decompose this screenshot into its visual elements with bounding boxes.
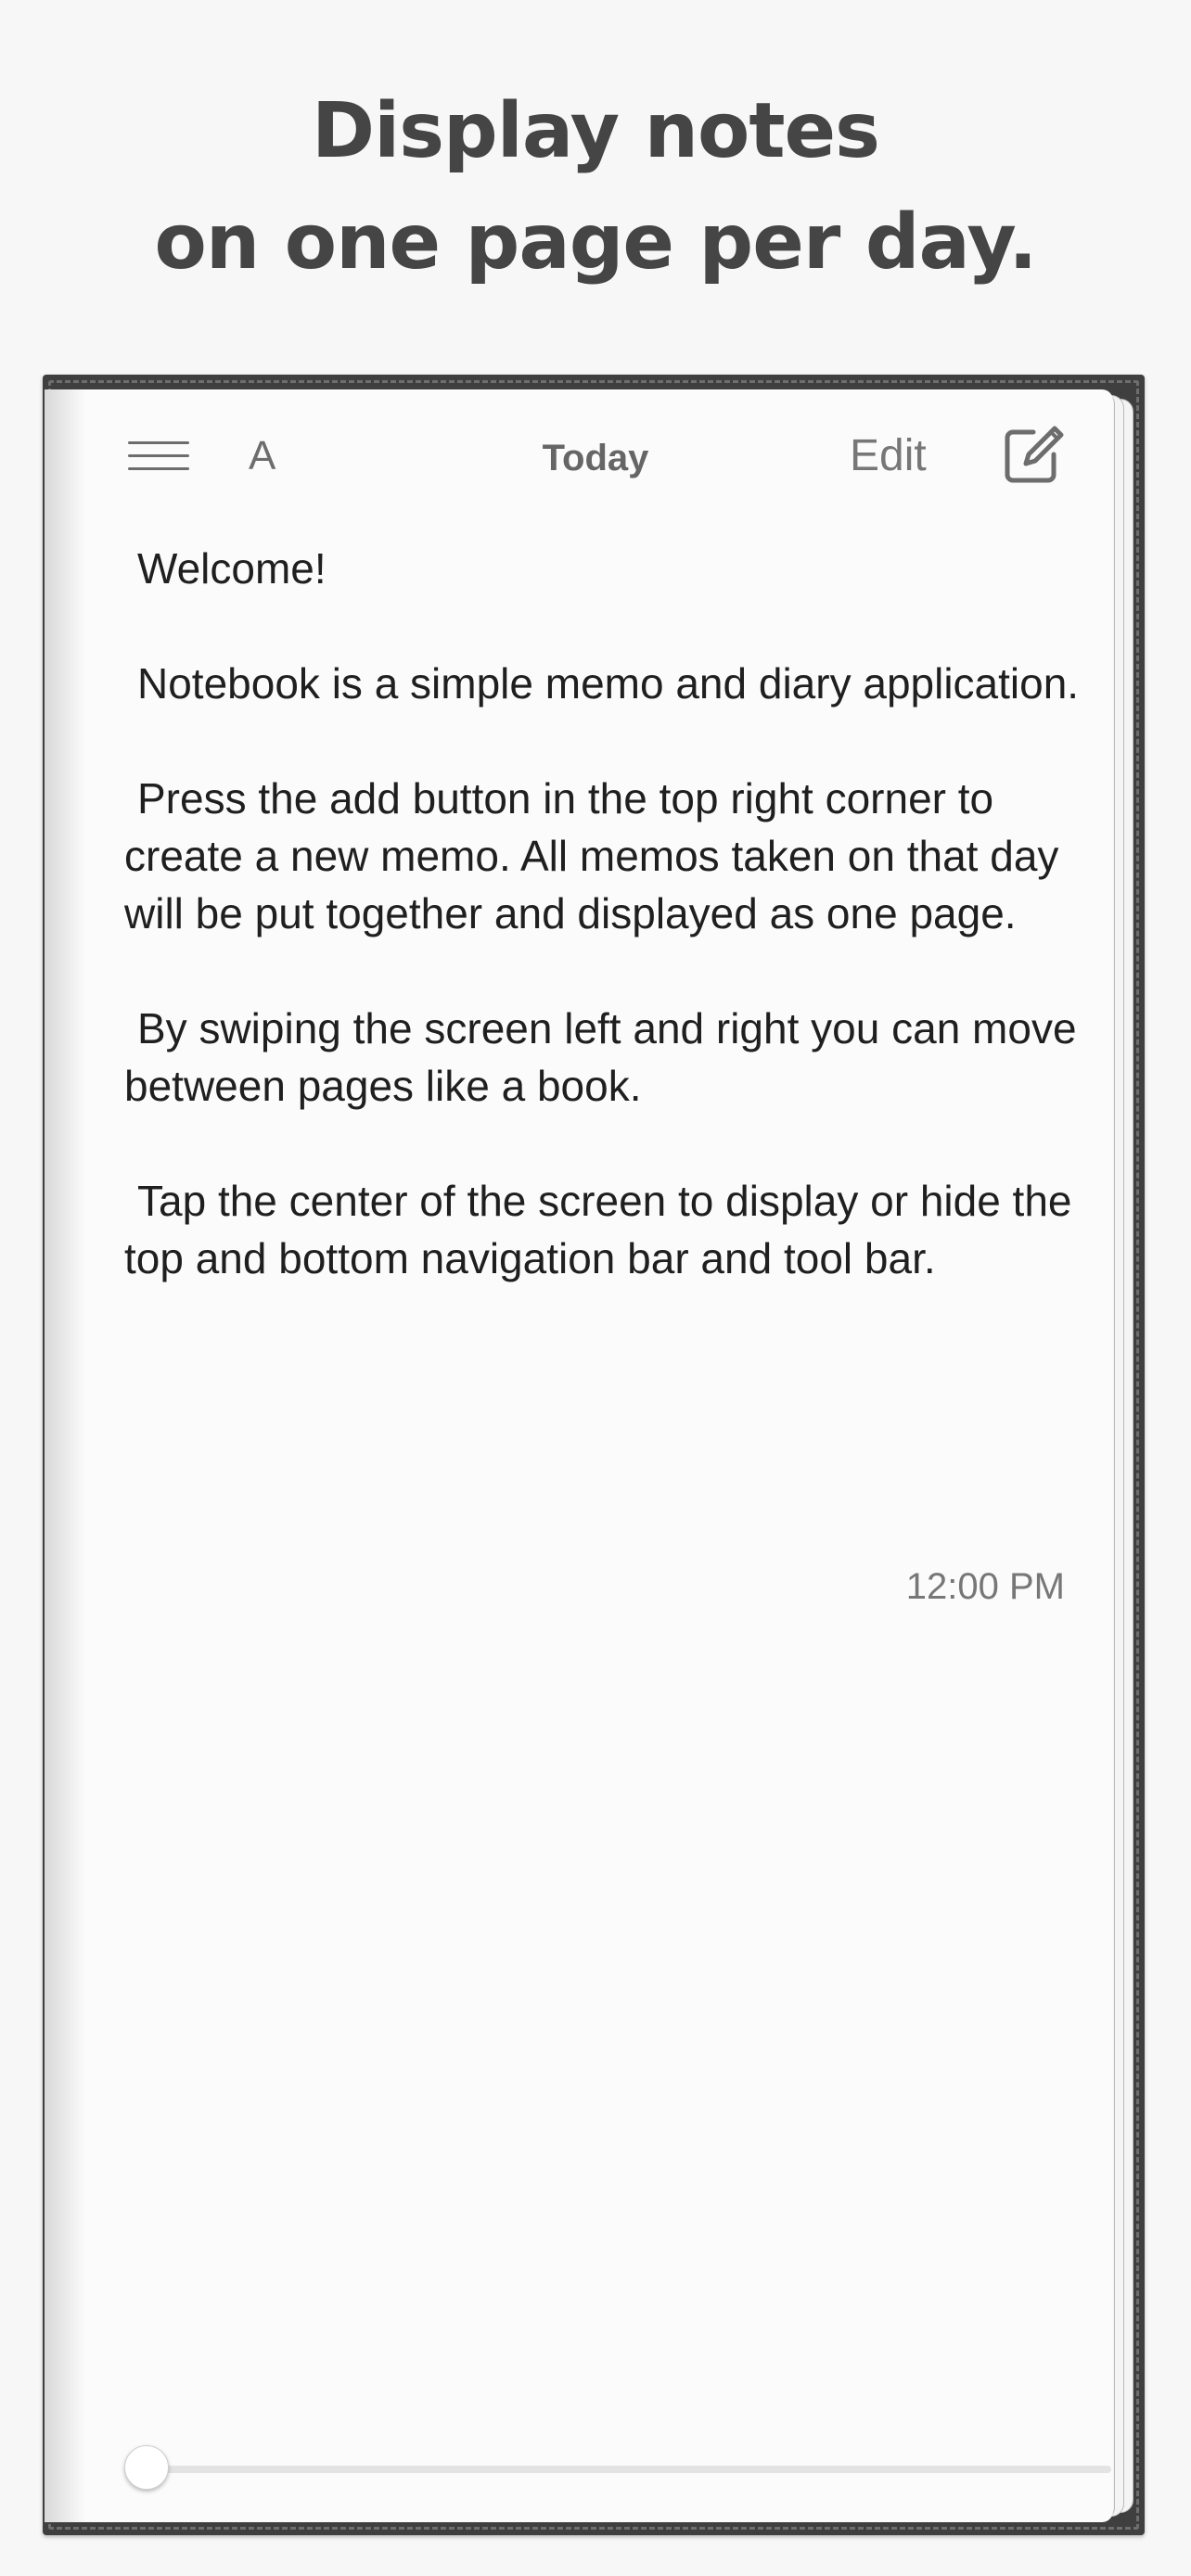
slider-thumb[interactable] <box>124 2445 169 2490</box>
slider-track[interactable] <box>124 2466 1111 2473</box>
memo-paragraph: Press the add button in the top right co… <box>124 774 1059 937</box>
notebook-page[interactable]: A Today Edit Welcome! Notebook is a simp… <box>45 389 1113 2522</box>
memo-paragraph: By swiping the screen left and right you… <box>124 1004 1077 1110</box>
headline-line-1: Display notes <box>312 87 880 175</box>
memo-body[interactable]: Welcome! Notebook is a simple memo and d… <box>124 540 1089 1345</box>
headline-line-2: on one page per day. <box>154 198 1038 287</box>
memo-paragraph: Tap the center of the screen to display … <box>124 1177 1072 1282</box>
memo-paragraph: Welcome! <box>137 544 327 593</box>
memo-paragraph: Notebook is a simple memo and diary appl… <box>137 659 1080 708</box>
compose-note-icon[interactable] <box>1000 423 1065 488</box>
edit-button[interactable]: Edit <box>850 428 927 484</box>
memo-timestamp: 12:00 PM <box>905 1566 1065 1607</box>
promo-headline: Display notes on one page per day. <box>0 76 1191 299</box>
page-spine-shadow <box>45 389 85 2522</box>
page-slider[interactable] <box>124 2445 1111 2490</box>
nav-title: Today <box>542 438 649 478</box>
